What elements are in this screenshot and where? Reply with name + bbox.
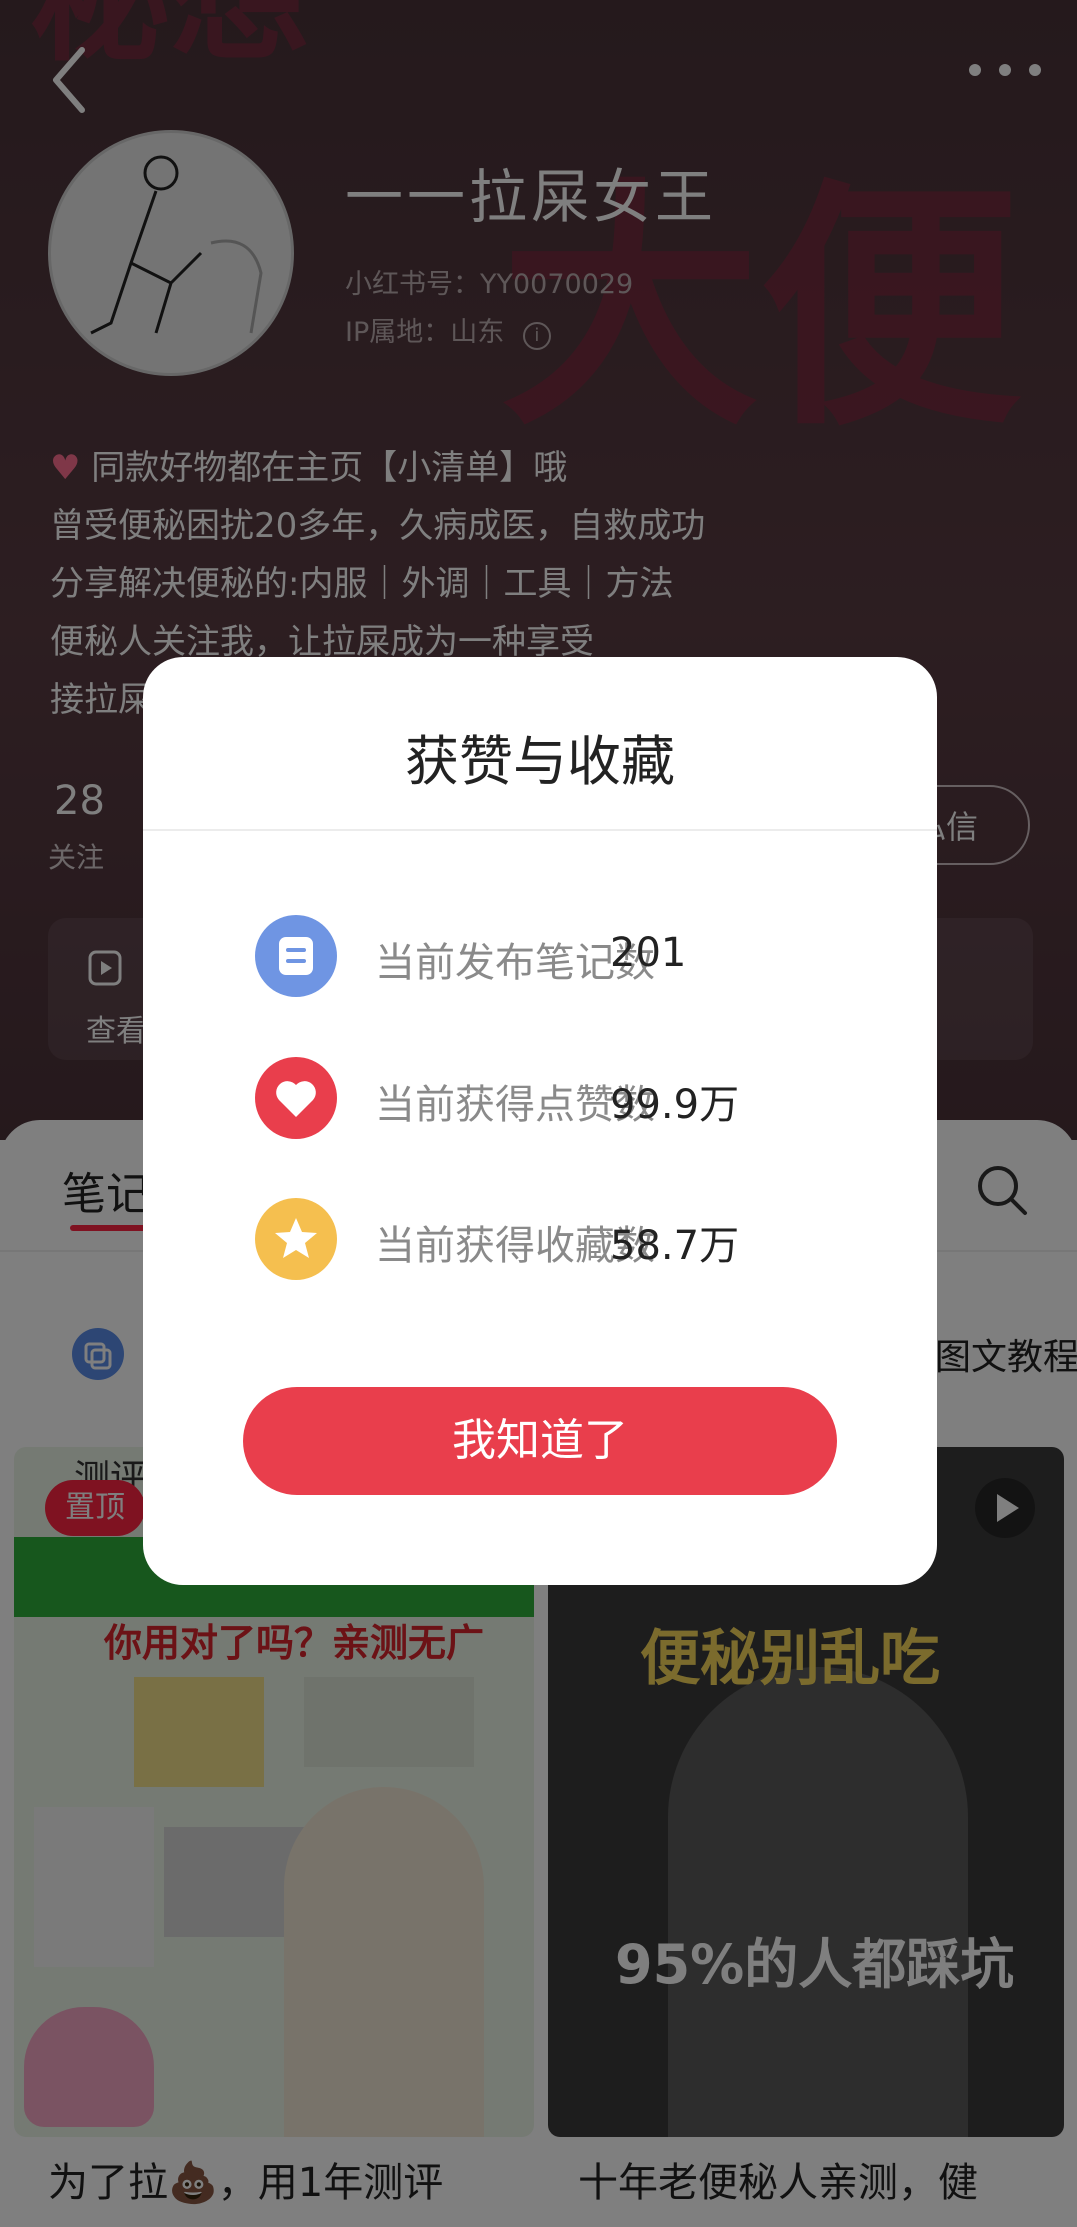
got-it-button[interactable]: 我知道了 bbox=[243, 1387, 837, 1495]
stat-row-likes: 当前获得点赞数 99.9万 bbox=[255, 1057, 875, 1139]
dialog-title: 获赞与收藏 bbox=[405, 730, 675, 793]
collections-count-value: 58.7万 bbox=[610, 1223, 740, 1269]
stat-row-notes: 当前发布笔记数 201 bbox=[255, 915, 875, 997]
star-icon bbox=[255, 1198, 337, 1280]
notes-count-value: 201 bbox=[610, 930, 687, 976]
likes-collections-dialog: 获赞与收藏 当前发布笔记数 201 当前获得点赞数 99.9万 当前获得收藏数 bbox=[143, 657, 937, 1585]
note-icon bbox=[255, 915, 337, 997]
stat-row-collections: 当前获得收藏数 58.7万 bbox=[255, 1198, 875, 1280]
heart-icon bbox=[255, 1057, 337, 1139]
dialog-divider bbox=[143, 829, 937, 831]
likes-count-value: 99.9万 bbox=[610, 1082, 740, 1128]
